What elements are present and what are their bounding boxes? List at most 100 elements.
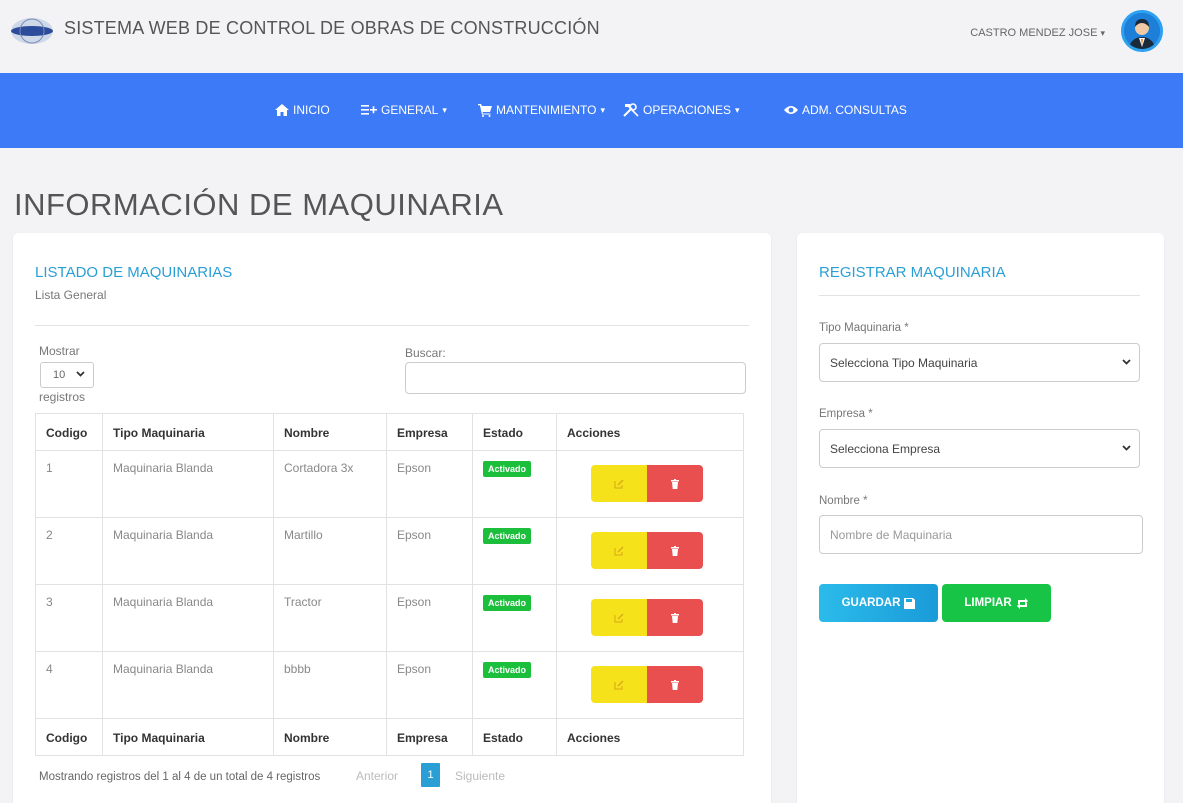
nav-label-inicio: INICIO — [293, 103, 330, 117]
delete-button[interactable] — [647, 465, 703, 502]
tipo-label: Tipo Maquinaria * — [819, 322, 909, 334]
status-badge: Activado — [483, 662, 532, 678]
search-input[interactable] — [405, 362, 746, 394]
floppy-disk-icon — [904, 597, 916, 609]
nav-label-adm-consultas: ADM. CONSULTAS — [802, 103, 907, 117]
cell-nombre: Martillo — [273, 517, 387, 585]
cell-acciones — [556, 584, 744, 652]
cell-tipo: Maquinaria Blanda — [102, 651, 274, 719]
home-icon — [275, 104, 289, 116]
delete-button[interactable] — [647, 599, 703, 636]
empresa-select[interactable]: Selecciona Empresa — [819, 429, 1140, 468]
column-header-acciones[interactable]: Acciones — [556, 413, 744, 451]
table-row: 3 Maquinaria Blanda Tractor Epson Activa… — [35, 584, 744, 652]
prev-page-button[interactable]: Anterior — [356, 769, 398, 783]
next-page-button[interactable]: Siguiente — [455, 769, 505, 783]
cell-codigo: 2 — [35, 517, 103, 585]
cell-empresa: Epson — [386, 517, 473, 585]
user-avatar-icon — [1124, 13, 1160, 49]
eye-icon — [784, 106, 798, 114]
top-bar: SISTEMA WEB DE CONTROL DE OBRAS DE CONST… — [0, 0, 1183, 73]
page-size-select[interactable]: 10 — [40, 362, 94, 388]
company-logo — [11, 18, 53, 44]
edit-button[interactable] — [591, 532, 647, 569]
status-badge: Activado — [483, 461, 532, 477]
chevron-down-icon — [1122, 359, 1131, 365]
column-header-tipo[interactable]: Tipo Maquinaria — [102, 413, 274, 451]
form-title: REGISTRAR MAQUINARIA — [819, 264, 1006, 281]
delete-button[interactable] — [647, 666, 703, 703]
cell-tipo: Maquinaria Blanda — [102, 450, 274, 518]
tipo-maquinaria-value: Selecciona Tipo Maquinaria — [830, 356, 978, 370]
column-footer-nombre: Nombre — [273, 718, 387, 756]
cell-nombre: bbbb — [273, 651, 387, 719]
edit-button[interactable] — [591, 599, 647, 636]
cell-empresa: Epson — [386, 450, 473, 518]
cell-codigo: 1 — [35, 450, 103, 518]
nav-label-operaciones: OPERACIONES — [643, 103, 732, 117]
delete-button[interactable] — [647, 532, 703, 569]
cell-tipo: Maquinaria Blanda — [102, 517, 274, 585]
main-navbar: INICIO GENERAL ▾ MANTENIMIENTO ▾ OPERACI… — [0, 73, 1183, 148]
records-label: registros — [39, 390, 86, 404]
page-number-button[interactable]: 1 — [421, 763, 440, 787]
cell-acciones — [556, 651, 744, 719]
machinery-list-card: LISTADO DE MAQUINARIAS Lista General Mos… — [13, 233, 771, 803]
cell-codigo: 3 — [35, 584, 103, 652]
chevron-down-icon: ▾ — [442, 104, 447, 115]
trash-icon — [671, 545, 679, 556]
nombre-label: Nombre * — [819, 495, 868, 507]
cell-nombre: Tractor — [273, 584, 387, 652]
edit-button[interactable] — [591, 465, 647, 502]
divider — [819, 295, 1140, 296]
nav-item-inicio[interactable]: INICIO — [275, 103, 330, 117]
chevron-down-icon: ▾ — [1100, 28, 1105, 38]
tipo-maquinaria-select[interactable]: Selecciona Tipo Maquinaria — [819, 343, 1140, 382]
table-row: 4 Maquinaria Blanda bbbb Epson Activado — [35, 651, 744, 719]
chevron-down-icon — [76, 371, 85, 377]
list-subtitle: Lista General — [35, 288, 107, 302]
chevron-down-icon: ▾ — [735, 104, 740, 115]
clear-button[interactable]: LIMPIAR — [942, 584, 1051, 622]
table-footer-row: Codigo Tipo Maquinaria Nombre Empresa Es… — [35, 718, 744, 756]
save-button[interactable]: GUARDAR — [819, 584, 938, 622]
edit-button[interactable] — [591, 666, 647, 703]
avatar[interactable] — [1121, 10, 1163, 52]
records-info: Mostrando registros del 1 al 4 de un tot… — [39, 771, 321, 783]
nav-label-mantenimiento: MANTENIMIENTO — [496, 103, 597, 117]
trash-icon — [671, 612, 679, 623]
column-header-codigo[interactable]: Codigo — [35, 413, 103, 451]
cart-icon — [478, 103, 492, 117]
column-footer-tipo: Tipo Maquinaria — [102, 718, 274, 756]
column-header-nombre[interactable]: Nombre — [273, 413, 387, 451]
list-title: LISTADO DE MAQUINARIAS — [35, 264, 233, 281]
page-title: INFORMACIÓN DE MAQUINARIA — [14, 187, 504, 222]
chevron-down-icon — [1122, 445, 1131, 451]
column-header-empresa[interactable]: Empresa — [386, 413, 473, 451]
table-header-row: Codigo Tipo Maquinaria Nombre Empresa Es… — [35, 413, 744, 451]
nav-label-general: GENERAL — [381, 103, 439, 117]
nav-item-mantenimiento[interactable]: MANTENIMIENTO ▾ — [478, 103, 605, 117]
column-footer-empresa: Empresa — [386, 718, 473, 756]
save-label: GUARDAR — [841, 597, 901, 609]
app-title: SISTEMA WEB DE CONTROL DE OBRAS DE CONST… — [64, 18, 600, 38]
cell-tipo: Maquinaria Blanda — [102, 584, 274, 652]
nav-item-operaciones[interactable]: OPERACIONES ▾ — [623, 103, 740, 117]
nombre-input[interactable]: Nombre de Maquinaria — [819, 515, 1143, 554]
cell-estado: Activado — [472, 450, 557, 518]
refresh-icon — [1016, 597, 1028, 609]
user-menu[interactable]: CASTRO MENDEZ JOSE ▾ — [970, 27, 1105, 39]
table-row: 2 Maquinaria Blanda Martillo Epson Activ… — [35, 517, 744, 585]
cell-acciones — [556, 517, 744, 585]
cell-estado: Activado — [472, 584, 557, 652]
nav-item-adm-consultas[interactable]: ADM. CONSULTAS — [784, 103, 907, 117]
cell-codigo: 4 — [35, 651, 103, 719]
cell-estado: Activado — [472, 651, 557, 719]
page-size-value: 10 — [53, 369, 66, 381]
edit-icon — [614, 479, 624, 488]
column-footer-estado: Estado — [472, 718, 557, 756]
cell-nombre: Cortadora 3x — [273, 450, 387, 518]
column-header-estado[interactable]: Estado — [472, 413, 557, 451]
chevron-down-icon: ▾ — [600, 104, 605, 115]
nav-item-general[interactable]: GENERAL ▾ — [361, 103, 447, 117]
